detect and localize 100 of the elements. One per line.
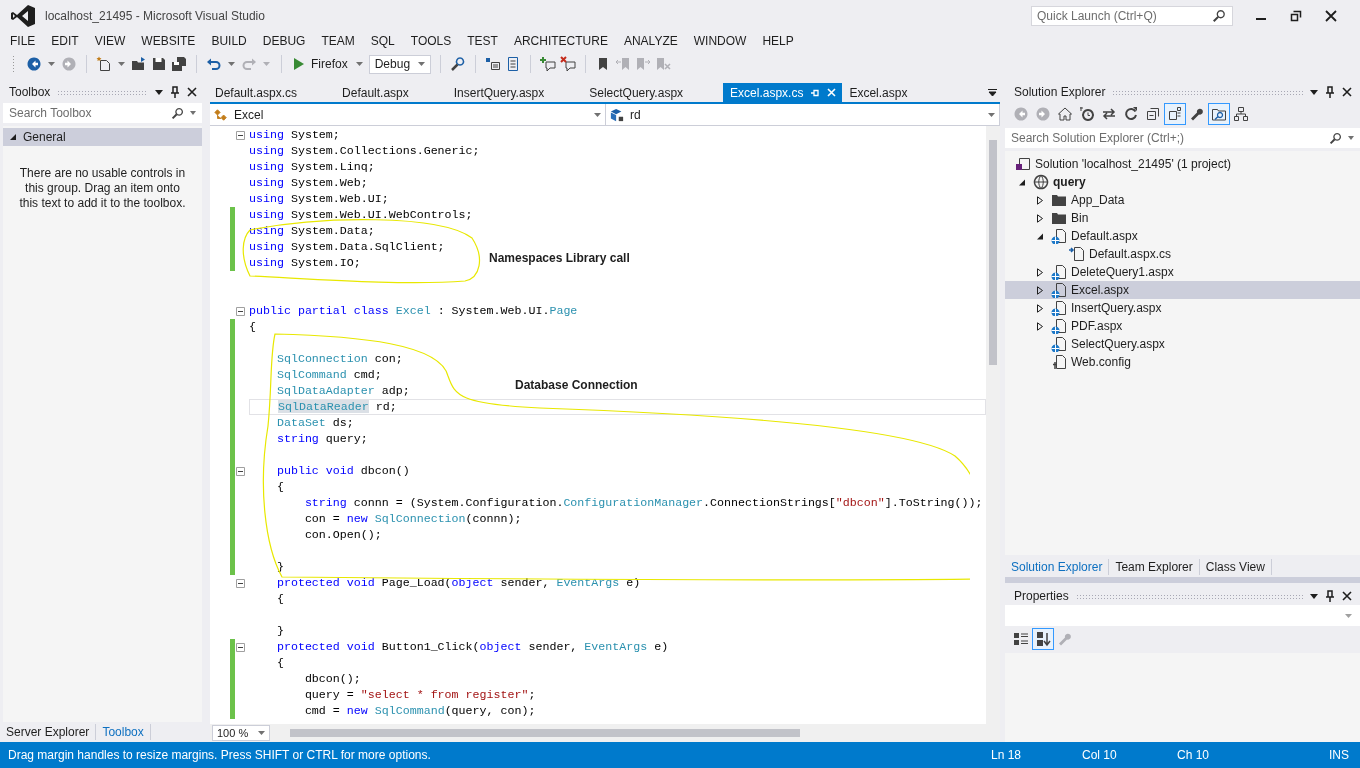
document-tab[interactable]: Excel.aspx <box>844 83 948 102</box>
dropdown-icon[interactable] <box>1310 89 1318 95</box>
toolbox-group[interactable]: General <box>3 128 202 146</box>
dropdown-icon[interactable] <box>155 89 163 95</box>
caret-icon[interactable] <box>1348 136 1354 140</box>
tree-row[interactable]: Default.aspx.cs <box>1005 245 1360 263</box>
save-icon[interactable] <box>151 56 167 72</box>
tree-row[interactable]: Solution 'localhost_21495' (1 project) <box>1005 155 1360 173</box>
globe-icon <box>1033 174 1049 190</box>
caret-icon[interactable] <box>228 62 235 66</box>
configuration-dropdown[interactable]: Debug <box>368 54 431 74</box>
menu-item[interactable]: FILE <box>2 34 44 48</box>
preview-icon[interactable] <box>1208 103 1230 125</box>
pin-icon[interactable] <box>1325 86 1335 98</box>
add-comment-icon[interactable] <box>539 56 556 72</box>
expander-icon[interactable] <box>1036 213 1044 223</box>
save-all-icon[interactable] <box>171 56 187 72</box>
dropdown-icon[interactable] <box>1310 593 1318 599</box>
undo-icon[interactable] <box>206 56 222 72</box>
collapse-icon[interactable] <box>236 467 245 476</box>
search-icon[interactable] <box>171 107 184 120</box>
expander-icon[interactable] <box>1036 321 1044 331</box>
caret-icon[interactable] <box>355 62 363 66</box>
expander-icon[interactable] <box>9 133 17 141</box>
collapse-icon[interactable] <box>236 643 245 652</box>
panel-tab[interactable]: Class View <box>1199 559 1272 575</box>
pin-icon[interactable] <box>1325 590 1335 602</box>
expander-icon[interactable] <box>1036 303 1044 313</box>
show-all-files-icon[interactable] <box>1164 103 1186 125</box>
zoom-dropdown[interactable]: 100 % <box>212 725 270 741</box>
menu-item[interactable]: WEBSITE <box>133 34 204 48</box>
tree-row[interactable]: SelectQuery.aspx <box>1005 335 1360 353</box>
menu-item[interactable]: TEAM <box>313 34 363 48</box>
panel-tab[interactable]: Toolbox <box>96 724 151 740</box>
start-button[interactable]: Firefox <box>291 57 350 71</box>
tree-row[interactable]: InsertQuery.aspx <box>1005 299 1360 317</box>
menu-item[interactable]: TOOLS <box>402 34 460 48</box>
tree-row[interactable]: PDF.aspx <box>1005 317 1360 335</box>
sort-alphabetical-icon[interactable] <box>1032 628 1054 650</box>
table-row-icon[interactable] <box>484 56 501 72</box>
search-icon[interactable] <box>1212 9 1226 23</box>
pin-icon[interactable] <box>170 86 180 98</box>
expander-icon[interactable] <box>1036 267 1044 277</box>
menu-item[interactable]: DEBUG <box>254 34 314 48</box>
tree-row[interactable]: Web.config <box>1005 353 1360 371</box>
close-icon[interactable] <box>1342 87 1352 97</box>
collapse-icon[interactable] <box>236 307 245 316</box>
tree-row[interactable]: DeleteQuery1.aspx <box>1005 263 1360 281</box>
menu-item[interactable]: SQL <box>362 34 403 48</box>
navigation-dropdown[interactable]: rd <box>606 104 1000 125</box>
navigation-dropdown[interactable]: Excel <box>210 104 606 125</box>
tree-row[interactable]: Default.aspx <box>1005 227 1360 245</box>
menu-item[interactable]: VIEW <box>86 34 134 48</box>
code-line: SqlDataAdapter adp; <box>275 384 410 397</box>
quick-launch-field[interactable]: Quick Launch (Ctrl+Q) <box>1031 6 1233 26</box>
document-tab[interactable]: Default.aspx.cs <box>210 83 338 102</box>
search-field[interactable]: Search Solution Explorer (Ctrl+;) <box>1005 128 1360 148</box>
caret-icon[interactable] <box>190 111 196 115</box>
search-field[interactable]: Search Toolbox <box>3 103 202 123</box>
menu-item[interactable]: ARCHITECTURE <box>505 34 616 48</box>
code-line: using System.IO; <box>249 256 361 269</box>
back-icon[interactable] <box>26 56 42 72</box>
panel-tab[interactable]: Server Explorer <box>0 724 97 740</box>
app-logo <box>10 4 36 28</box>
tree-row[interactable]: query <box>1005 173 1360 191</box>
expander-icon[interactable] <box>1036 285 1044 295</box>
search-icon[interactable] <box>1329 132 1342 145</box>
expander-icon[interactable] <box>1036 195 1044 205</box>
collapse-icon[interactable] <box>236 579 245 588</box>
find-icon[interactable] <box>449 56 466 72</box>
open-folder-icon[interactable] <box>131 56 147 72</box>
menu-item[interactable]: WINDOW <box>685 34 755 48</box>
menu-item[interactable]: EDIT <box>43 34 87 48</box>
document-tab[interactable]: SelectQuery.aspx <box>584 83 724 102</box>
document-tab[interactable]: InsertQuery.aspx <box>448 83 585 102</box>
caret-icon[interactable] <box>118 62 125 66</box>
menu-item[interactable]: TEST <box>459 34 506 48</box>
menu-item[interactable]: HELP <box>754 34 802 48</box>
tree-row[interactable]: Excel.aspx <box>1005 281 1360 299</box>
close-icon[interactable] <box>187 87 197 97</box>
new-file-icon[interactable] <box>96 56 112 72</box>
tree-row[interactable]: App_Data <box>1005 191 1360 209</box>
expander-icon[interactable] <box>1036 231 1044 241</box>
tree-row[interactable]: Bin <box>1005 209 1360 227</box>
toolbar-grip[interactable] <box>12 55 16 73</box>
close-icon[interactable] <box>1325 10 1337 22</box>
close-icon[interactable] <box>1342 591 1352 601</box>
scrollbar-thumb[interactable] <box>989 140 997 365</box>
panel-tab[interactable]: Solution Explorer <box>1005 559 1110 575</box>
tab-list-icon[interactable] <box>988 88 997 97</box>
restore-icon[interactable] <box>1290 10 1302 22</box>
menu-item[interactable]: ANALYZE <box>615 34 686 48</box>
caret-icon[interactable] <box>48 62 55 66</box>
scrollbar-thumb[interactable] <box>290 729 800 737</box>
panel-tab[interactable]: Team Explorer <box>1109 559 1200 575</box>
collapse-icon[interactable] <box>236 131 245 140</box>
document-tab[interactable]: Default.aspx <box>337 83 449 102</box>
remove-comment-icon[interactable] <box>559 56 576 72</box>
menu-item[interactable]: BUILD <box>203 34 255 48</box>
expander-icon[interactable] <box>1018 177 1026 187</box>
